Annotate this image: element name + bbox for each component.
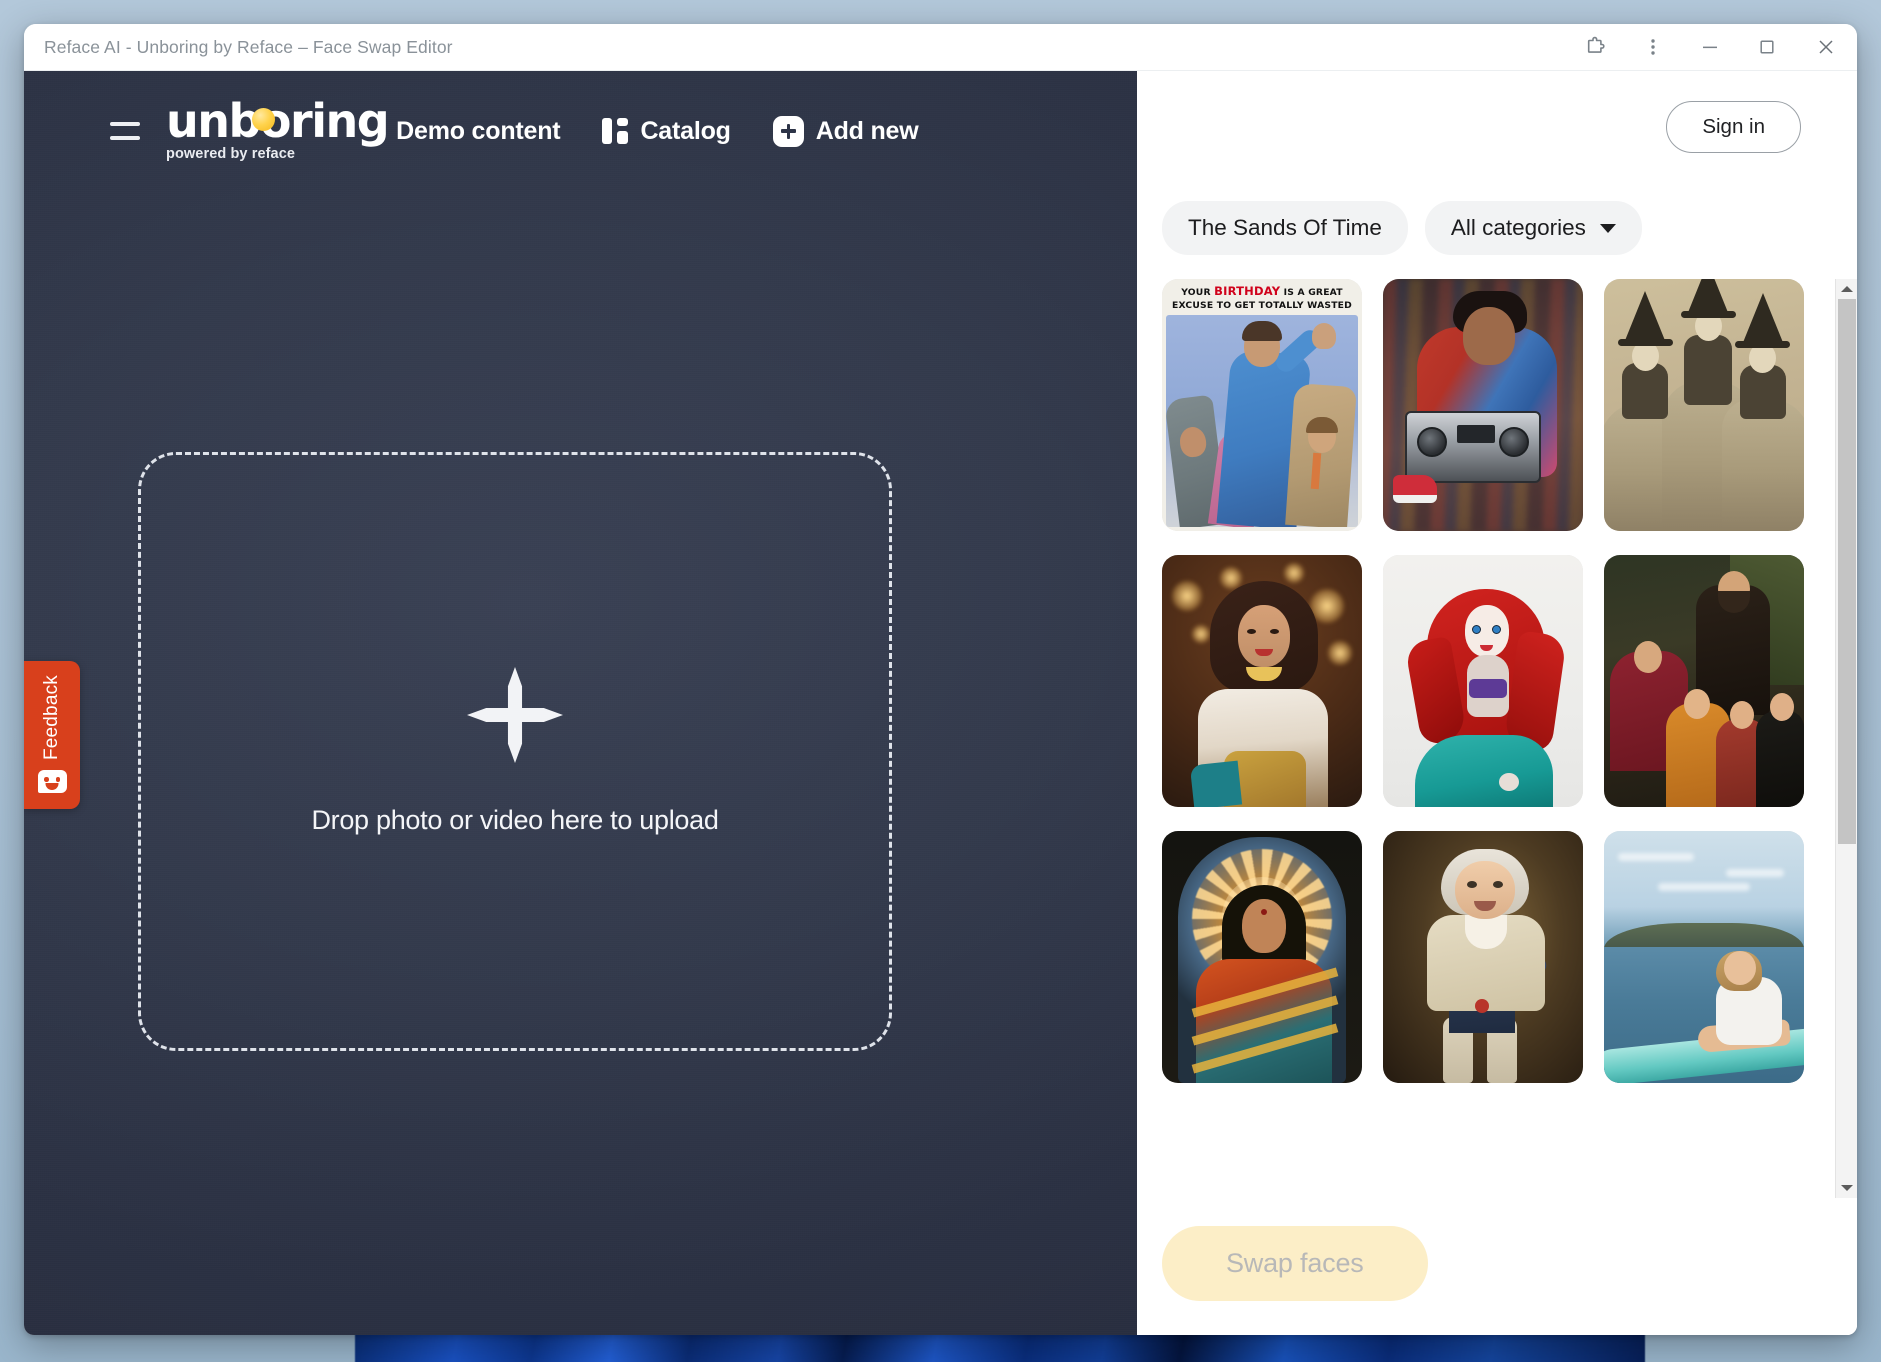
- catalog-scrollbar[interactable]: [1835, 279, 1857, 1198]
- filter-row: The Sands Of Time All categories: [1137, 183, 1857, 279]
- editor-pane: unboring powered by reface Demo content …: [24, 71, 1137, 1335]
- title-bar: Reface AI - Unboring by Reface – Face Sw…: [24, 24, 1857, 71]
- dropzone-label: Drop photo or video here to upload: [311, 805, 719, 835]
- filter-chip-collection[interactable]: The Sands Of Time: [1162, 201, 1408, 255]
- nav-item-catalog[interactable]: Catalog: [602, 109, 731, 154]
- signin-row: Sign in: [1137, 71, 1857, 183]
- thumbnail-scroll-area: YOUR BIRTHDAY IS A GREAT EXCUSE TO GET T…: [1137, 279, 1857, 1198]
- swap-faces-button[interactable]: Swap faces: [1162, 1226, 1428, 1301]
- brand-wordmark: unboring: [166, 94, 390, 149]
- thumbnail-card-baby-aristocrat[interactable]: [1383, 831, 1583, 1083]
- thumbnail-image-classical-family: [1604, 555, 1804, 807]
- thumbnail-card-boombox-street[interactable]: [1383, 279, 1583, 531]
- nav-item-add-new[interactable]: Add new: [772, 108, 919, 155]
- hamburger-menu-icon[interactable]: [110, 122, 140, 140]
- application-window: Reface AI - Unboring by Reface – Face Sw…: [24, 24, 1857, 1335]
- thumbnail-image-paddleboard-lake: [1604, 831, 1804, 1083]
- plus-icon: [772, 115, 804, 147]
- thumbnail-image-birthday-card: YOUR BIRTHDAY IS A GREAT EXCUSE TO GET T…: [1162, 279, 1362, 531]
- window-controls: [1567, 24, 1857, 70]
- sign-in-button[interactable]: Sign in: [1666, 101, 1801, 153]
- thumbnail-image-boombox-street: [1383, 279, 1583, 531]
- plus-icon: [467, 667, 563, 763]
- maximize-button[interactable]: [1738, 24, 1795, 71]
- thumbnail-image-mermaid-doll: [1383, 555, 1583, 807]
- thumbnail-card-paddleboard-lake[interactable]: [1604, 831, 1804, 1083]
- chevron-down-icon: [1599, 223, 1616, 233]
- brand-logo: unboring powered by reface: [166, 94, 390, 163]
- smiley-face-icon: [37, 770, 67, 793]
- swap-footer: Swap faces: [1137, 1198, 1857, 1335]
- thumbnail-image-goddess-shrine: [1162, 831, 1362, 1083]
- thumbnail-image-bollywood-dancer: [1162, 555, 1362, 807]
- filter-chip-collection-label: The Sands Of Time: [1188, 215, 1382, 240]
- catalog-panel: Sign in The Sands Of Time All categories: [1137, 71, 1857, 1335]
- close-button[interactable]: [1795, 24, 1857, 71]
- thumbnail-card-classical-family[interactable]: [1604, 555, 1804, 807]
- nav-label-demo-content: Demo content: [396, 116, 561, 145]
- upload-dropzone[interactable]: Drop photo or video here to upload: [138, 452, 892, 1051]
- scroll-up-arrow-icon[interactable]: [1836, 279, 1858, 299]
- brand-dot-accent: [252, 108, 275, 132]
- catalog-icon: [602, 118, 629, 144]
- thumbnail-image-baby-aristocrat: [1383, 831, 1583, 1083]
- scrollbar-track[interactable]: [1836, 299, 1858, 1178]
- scrollbar-thumb[interactable]: [1837, 299, 1856, 844]
- nav-item-demo-content[interactable]: Demo content: [396, 109, 560, 154]
- nav-label-catalog: Catalog: [640, 116, 731, 145]
- window-title: Reface AI - Unboring by Reface – Face Sw…: [44, 36, 453, 57]
- thumbnail-card-mermaid-doll[interactable]: [1383, 555, 1583, 807]
- thumbnail-image-sepia-witches: [1604, 279, 1804, 531]
- thumbnail-card-bollywood-dancer[interactable]: [1162, 555, 1362, 807]
- primary-nav: Demo content Catalog Add new: [396, 108, 960, 155]
- thumbnail-card-goddess-shrine[interactable]: [1162, 831, 1362, 1083]
- thumbnail-card-birthday-card[interactable]: YOUR BIRTHDAY IS A GREAT EXCUSE TO GET T…: [1162, 279, 1362, 531]
- nav-label-add-new: Add new: [815, 116, 919, 145]
- filter-chip-categories-label: All categories: [1450, 215, 1586, 240]
- feedback-label: Feedback: [41, 675, 62, 761]
- minimize-button[interactable]: [1681, 24, 1738, 71]
- brand-tagline: powered by reface: [166, 146, 296, 163]
- scroll-down-arrow-icon[interactable]: [1836, 1178, 1858, 1198]
- extensions-icon[interactable]: [1567, 24, 1624, 71]
- thumbnail-caption-birthday-card: YOUR BIRTHDAY IS A GREAT EXCUSE TO GET T…: [1172, 284, 1352, 311]
- feedback-tab[interactable]: Feedback: [24, 661, 80, 809]
- thumbnail-card-sepia-witches[interactable]: [1604, 279, 1804, 531]
- window-body: unboring powered by reface Demo content …: [24, 71, 1857, 1335]
- app-header: unboring powered by reface Demo content …: [24, 71, 1137, 191]
- filter-chip-categories[interactable]: All categories: [1424, 201, 1642, 255]
- thumbnail-grid: YOUR BIRTHDAY IS A GREAT EXCUSE TO GET T…: [1162, 279, 1815, 1083]
- more-menu-icon[interactable]: [1624, 24, 1681, 71]
